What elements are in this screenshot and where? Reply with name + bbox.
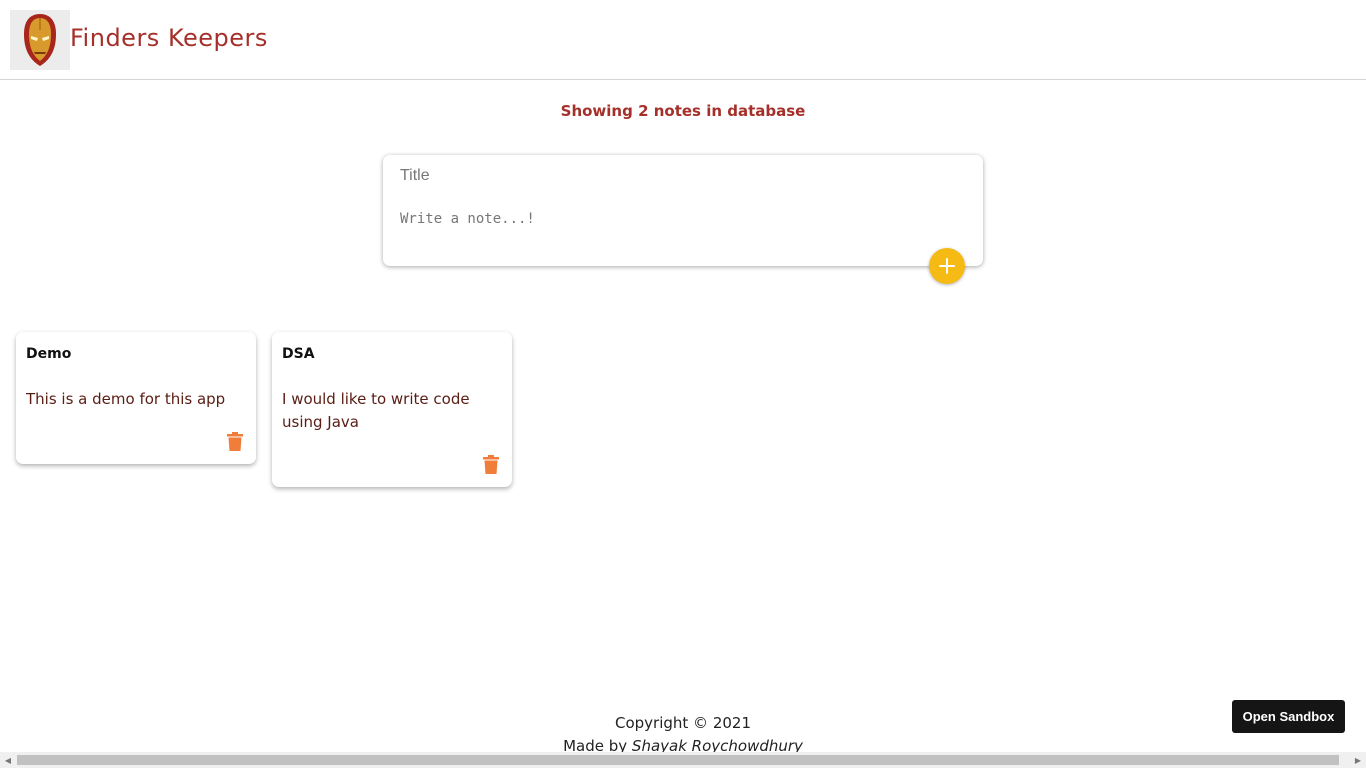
note-title-input[interactable] (400, 165, 960, 187)
note-title: Demo (26, 346, 72, 362)
scroll-right-icon[interactable]: ▶ (1350, 752, 1366, 768)
note-content-input[interactable] (400, 211, 960, 251)
horizontal-scrollbar[interactable]: ◀ ▶ (0, 752, 1366, 768)
delete-note-button[interactable] (224, 430, 246, 452)
note-content: This is a demo for this app (26, 390, 226, 408)
notes-count-text: Showing 2 notes in database (560, 102, 806, 120)
logo (10, 10, 70, 70)
delete-note-button[interactable] (480, 453, 502, 475)
add-note-button[interactable] (929, 248, 965, 284)
app-header: Finders Keepers (0, 0, 1366, 80)
open-sandbox-button[interactable]: Open Sandbox (1232, 700, 1345, 733)
copyright-text: Copyright © 2021 (614, 714, 751, 732)
create-note-form (383, 155, 983, 266)
note-title: DSA (282, 346, 315, 362)
note-card: Demo This is a demo for this app (16, 332, 256, 464)
trash-icon (483, 454, 499, 474)
note-content: I would like to write code using Java (282, 390, 470, 431)
note-card: DSA I would like to write code using Jav… (272, 332, 512, 487)
scroll-left-icon[interactable]: ◀ (0, 752, 16, 768)
scrollbar-thumb[interactable] (17, 755, 1339, 765)
plus-icon (939, 258, 955, 274)
trash-icon (227, 431, 243, 451)
app-title: Finders Keepers (70, 24, 268, 52)
iron-man-mask-icon (24, 14, 56, 66)
